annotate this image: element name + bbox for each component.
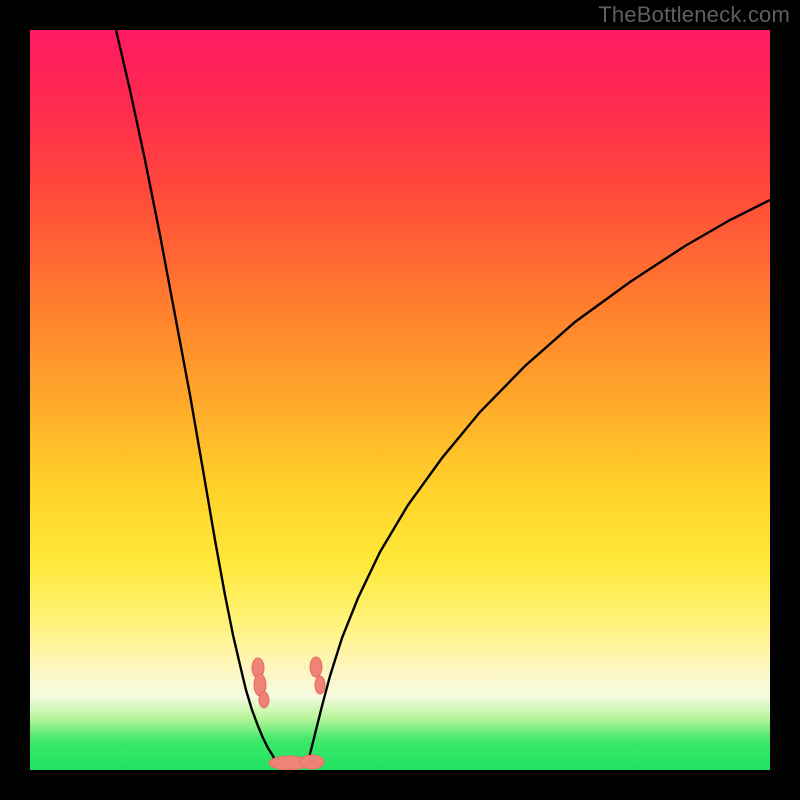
marker-point — [300, 755, 324, 769]
marker-group — [252, 657, 325, 770]
watermark-text: TheBottleneck.com — [598, 2, 790, 28]
marker-point — [269, 756, 309, 770]
curve-left-branch — [116, 30, 277, 765]
marker-point — [259, 692, 269, 708]
plot-area — [30, 30, 770, 770]
curve-right-branch — [307, 200, 770, 765]
bottleneck-curve — [30, 30, 770, 770]
marker-point — [252, 658, 264, 678]
marker-point — [315, 676, 325, 694]
chart-frame: TheBottleneck.com — [0, 0, 800, 800]
marker-point — [254, 674, 266, 696]
marker-point — [310, 657, 322, 677]
